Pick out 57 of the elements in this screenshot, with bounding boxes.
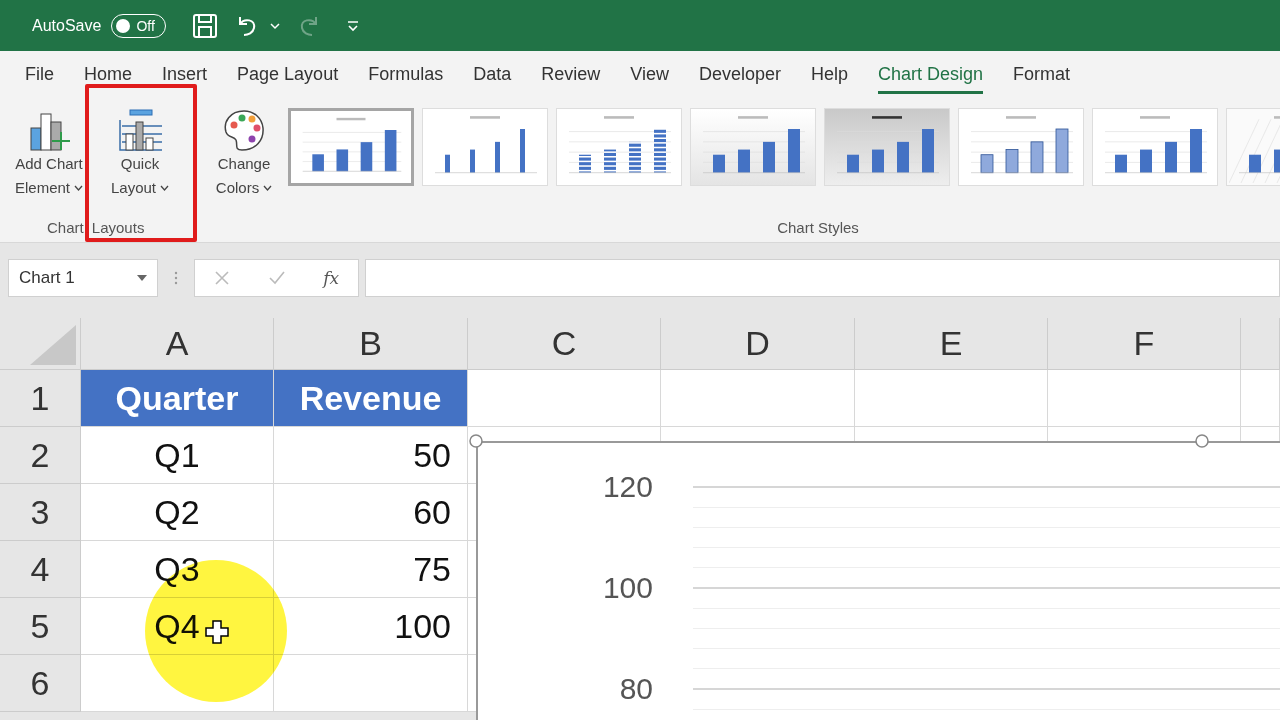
ribbon-tab[interactable]: Format — [1013, 57, 1071, 94]
cursor-icon — [205, 620, 229, 644]
ribbon-tab[interactable]: Review — [541, 57, 601, 94]
row-header[interactable]: 3 — [0, 484, 81, 541]
row-header[interactable]: 2 — [0, 427, 81, 484]
row-header[interactable]: 6 — [0, 655, 81, 712]
ribbon-tab[interactable]: Data — [473, 57, 512, 94]
ribbon-tab[interactable]: File — [25, 57, 54, 94]
ribbon-tab[interactable]: Help — [811, 57, 848, 94]
caret-icon — [74, 185, 83, 191]
ribbon-tab[interactable]: Developer — [698, 57, 781, 94]
save-icon[interactable] — [191, 12, 218, 39]
palette-icon — [222, 108, 266, 152]
row-header[interactable]: 1 — [0, 370, 81, 427]
column-header[interactable]: E — [855, 318, 1048, 370]
column-header[interactable]: F — [1048, 318, 1241, 370]
column-header[interactable]: A — [81, 318, 274, 370]
column-header[interactable]: B — [274, 318, 468, 370]
table-cell: Quarter — [81, 370, 274, 427]
group-label: Chart Styles — [777, 219, 859, 236]
ribbon-tab[interactable]: View — [630, 57, 669, 94]
row-header[interactable]: 5 — [0, 598, 81, 655]
name-box[interactable]: Chart 1 — [8, 259, 158, 297]
ribbon-tab[interactable]: Home — [84, 57, 133, 94]
quick-layout-button[interactable]: Quick Layout — [92, 108, 188, 200]
caret-icon[interactable] — [269, 21, 280, 30]
chart-style-thumbnail[interactable] — [288, 108, 414, 186]
resize-handle[interactable] — [469, 434, 483, 448]
chart-area[interactable]: 120 100 80 — [476, 441, 1280, 720]
insert-function-button[interactable]: fx — [323, 268, 340, 288]
table-cell: Q1 — [81, 427, 274, 484]
change-colors-button[interactable]: Change Colors — [204, 108, 284, 200]
axis-label: 120 — [601, 470, 653, 504]
group-label: Chart Layouts — [46, 219, 145, 236]
axis-label: 80 — [618, 672, 653, 706]
ribbon-tab[interactable]: Page Layout — [237, 57, 339, 94]
column-header[interactable]: C — [468, 318, 661, 370]
caret-icon — [263, 185, 273, 191]
customize-icon[interactable] — [345, 18, 360, 33]
table-cell: Revenue — [274, 370, 468, 427]
grip-icon — [174, 270, 178, 286]
table-cell: 75 — [274, 541, 468, 598]
table-cell: 50 — [274, 427, 468, 484]
table-cell: Q2 — [81, 484, 274, 541]
ribbon-tab[interactable]: Formulas — [368, 57, 444, 94]
row-header[interactable]: 4 — [0, 541, 81, 598]
caret-icon — [160, 185, 169, 191]
column-header[interactable]: D — [661, 318, 855, 370]
ribbon-tab[interactable]: Insert — [162, 57, 208, 94]
table-cell: 60 — [274, 484, 468, 541]
ribbon-tab[interactable]: Chart Design — [878, 57, 984, 94]
formula-input[interactable] — [365, 259, 1280, 297]
add-chart-element-button[interactable]: Add Chart Element — [6, 108, 92, 200]
axis-label: 100 — [601, 571, 653, 605]
layout-chart-icon — [118, 108, 162, 152]
autosave-label: AutoSave — [32, 16, 102, 35]
resize-handle[interactable] — [1195, 434, 1209, 448]
